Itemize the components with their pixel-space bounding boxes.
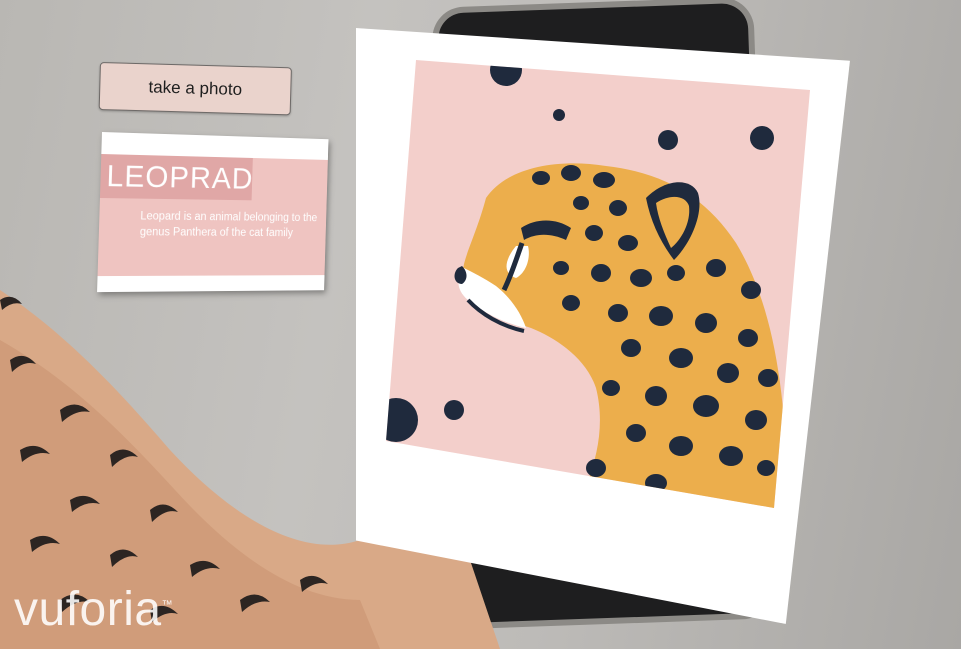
polaroid-photo-frame [356, 28, 850, 624]
take-photo-button[interactable]: take a photo [98, 62, 292, 116]
camera-view: take a photo LEOPRAD Leopard is an anima… [0, 0, 961, 649]
info-card-title: LEOPRAD [106, 158, 254, 196]
cheetah-illustration-icon [386, 60, 810, 508]
leopard-info-card: LEOPRAD Leopard is an animal belonging t… [97, 132, 329, 293]
watermark-trademark: ™ [161, 599, 174, 611]
vuforia-watermark: vuforia™ [14, 582, 173, 637]
info-card-title-box: LEOPRAD [99, 153, 254, 201]
info-card-description: Leopard is an animal belonging to the ge… [139, 210, 318, 240]
watermark-text: vuforia [14, 583, 162, 636]
